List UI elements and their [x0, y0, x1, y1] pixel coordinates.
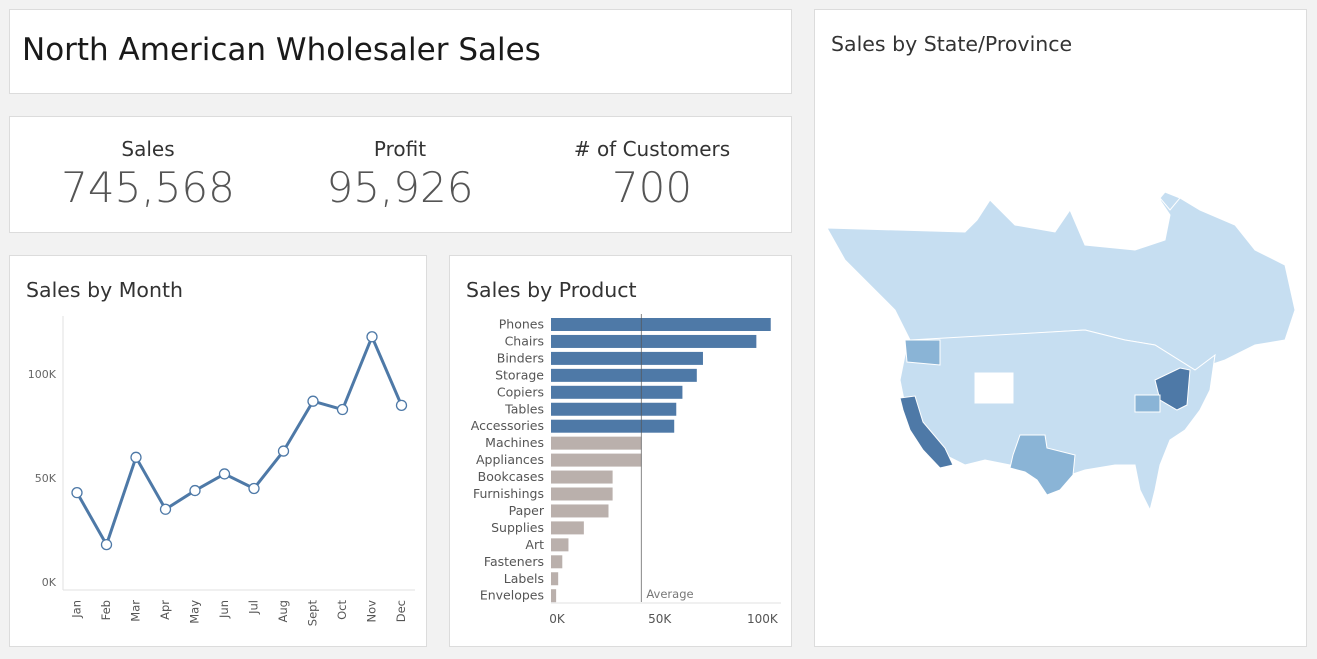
bar-machines[interactable]	[551, 436, 642, 450]
x-tick-label: Nov	[365, 600, 379, 623]
bar-envelopes[interactable]	[551, 589, 557, 603]
bar-fasteners[interactable]	[551, 555, 563, 569]
x-tick-label: Jan	[70, 600, 84, 619]
sales-by-product-chart[interactable]: PhonesChairs Binders Storage Copiers Tables A…	[450, 256, 791, 646]
bar-storage[interactable]	[551, 368, 697, 382]
sales-line	[75, 335, 403, 547]
title-panel: North American Wholesaler Sales	[9, 9, 792, 94]
data-point-jul[interactable]	[248, 482, 260, 495]
sales-by-product-panel: Sales by Product Phones Chairs Binders Stor…	[449, 255, 792, 647]
sales-by-month-chart[interactable]: 0K 50K 100K Jan Feb Mar Apr May Jun Jul Aug Sept Oct…	[10, 256, 426, 646]
kpi-customers-value: 700	[611, 163, 693, 212]
bar-appliances[interactable]	[551, 453, 642, 467]
bar-phones[interactable]	[551, 318, 771, 331]
data-point-dec[interactable]	[395, 399, 408, 412]
kpi-panel: Sales 745,568 Profit 95,926 # of Custome…	[9, 116, 792, 233]
x-tick-label: Jun	[217, 600, 231, 619]
data-point-jun[interactable]	[218, 468, 231, 480]
average-label: Average	[646, 587, 693, 601]
bar-labels[interactable]	[551, 572, 559, 586]
x-tick-label: May	[188, 600, 202, 624]
x-tick-label: Sept	[306, 600, 320, 627]
kpi-profit[interactable]: Profit 95,926	[270, 137, 530, 212]
x-tick-label: Feb	[99, 600, 113, 620]
bar-art[interactable]	[551, 538, 569, 552]
category-label: Storage	[495, 367, 544, 382]
bar-supplies[interactable]	[551, 521, 584, 535]
y-tick-label: 0K	[42, 576, 57, 589]
x-tick-label: 100K	[747, 612, 779, 626]
bar-accessories[interactable]	[551, 419, 675, 433]
bar-tables[interactable]	[551, 402, 677, 416]
sales-by-state-panel: Sales by State/Province	[814, 9, 1307, 647]
kpi-profit-value: 95,926	[326, 163, 474, 212]
sales-by-state-map[interactable]	[815, 10, 1306, 646]
category-label: Machines	[485, 435, 544, 450]
data-point-aug[interactable]	[277, 445, 290, 457]
category-label: Supplies	[491, 520, 544, 535]
category-label: Fasteners	[484, 554, 544, 569]
category-label: Art	[525, 537, 544, 552]
data-point-feb[interactable]	[100, 538, 113, 551]
bar-chairs[interactable]	[551, 334, 757, 348]
bar-bookcases[interactable]	[551, 470, 613, 484]
category-label: Copiers	[497, 384, 544, 399]
x-tick-label: Aug	[276, 600, 290, 622]
bar-binders[interactable]	[551, 351, 703, 365]
category-label: Bookcases	[478, 469, 544, 484]
data-point-oct[interactable]	[336, 403, 349, 416]
data-point-apr[interactable]	[159, 503, 172, 515]
kpi-customers-label: # of Customers	[573, 137, 731, 161]
y-tick-label: 50K	[35, 472, 57, 485]
bar-furnishings[interactable]	[551, 487, 613, 501]
x-tick-label: 50K	[648, 612, 672, 626]
y-tick-label: 100K	[28, 368, 57, 381]
category-label: Appliances	[476, 452, 544, 467]
kpi-sales[interactable]: Sales 745,568	[18, 137, 278, 212]
category-label: Furnishings	[473, 486, 544, 501]
category-label: Chairs	[505, 333, 544, 348]
category-label: Phones	[499, 317, 544, 332]
data-point-may[interactable]	[189, 484, 201, 497]
map-state-washington[interactable]	[904, 339, 941, 366]
map-state-pennsylvania[interactable]	[1134, 394, 1161, 413]
category-label: Tables	[504, 401, 544, 416]
kpi-profit-label: Profit	[373, 137, 427, 161]
category-label: Binders	[497, 350, 544, 365]
category-label: Envelopes	[480, 588, 544, 603]
category-label: Paper	[509, 503, 545, 518]
kpi-sales-label: Sales	[121, 137, 175, 161]
x-tick-label: Dec	[394, 600, 408, 622]
kpi-customers[interactable]: # of Customers 700	[522, 137, 782, 212]
data-point-mar[interactable]	[130, 451, 142, 463]
x-tick-label: Apr	[158, 600, 172, 620]
bar-paper[interactable]	[551, 504, 609, 518]
bar-copiers[interactable]	[551, 385, 683, 399]
category-label: Accessories	[471, 418, 544, 433]
kpi-sales-value: 745,568	[61, 163, 235, 212]
data-point-sept[interactable]	[307, 395, 319, 407]
category-label: Labels	[504, 571, 544, 586]
data-point-jan[interactable]	[71, 486, 83, 499]
map-state-colorado[interactable]	[974, 372, 1014, 404]
x-tick-label: Oct	[335, 600, 349, 620]
x-tick-label: Jul	[247, 600, 261, 615]
dashboard-title: North American Wholesaler Sales	[22, 32, 541, 68]
x-tick-label: 0K	[549, 612, 566, 626]
data-point-nov[interactable]	[366, 331, 378, 343]
sales-by-month-panel: Sales by Month 0K 50K 100K Jan Feb Mar Apr May J…	[9, 255, 427, 647]
x-tick-label: Mar	[129, 600, 143, 622]
